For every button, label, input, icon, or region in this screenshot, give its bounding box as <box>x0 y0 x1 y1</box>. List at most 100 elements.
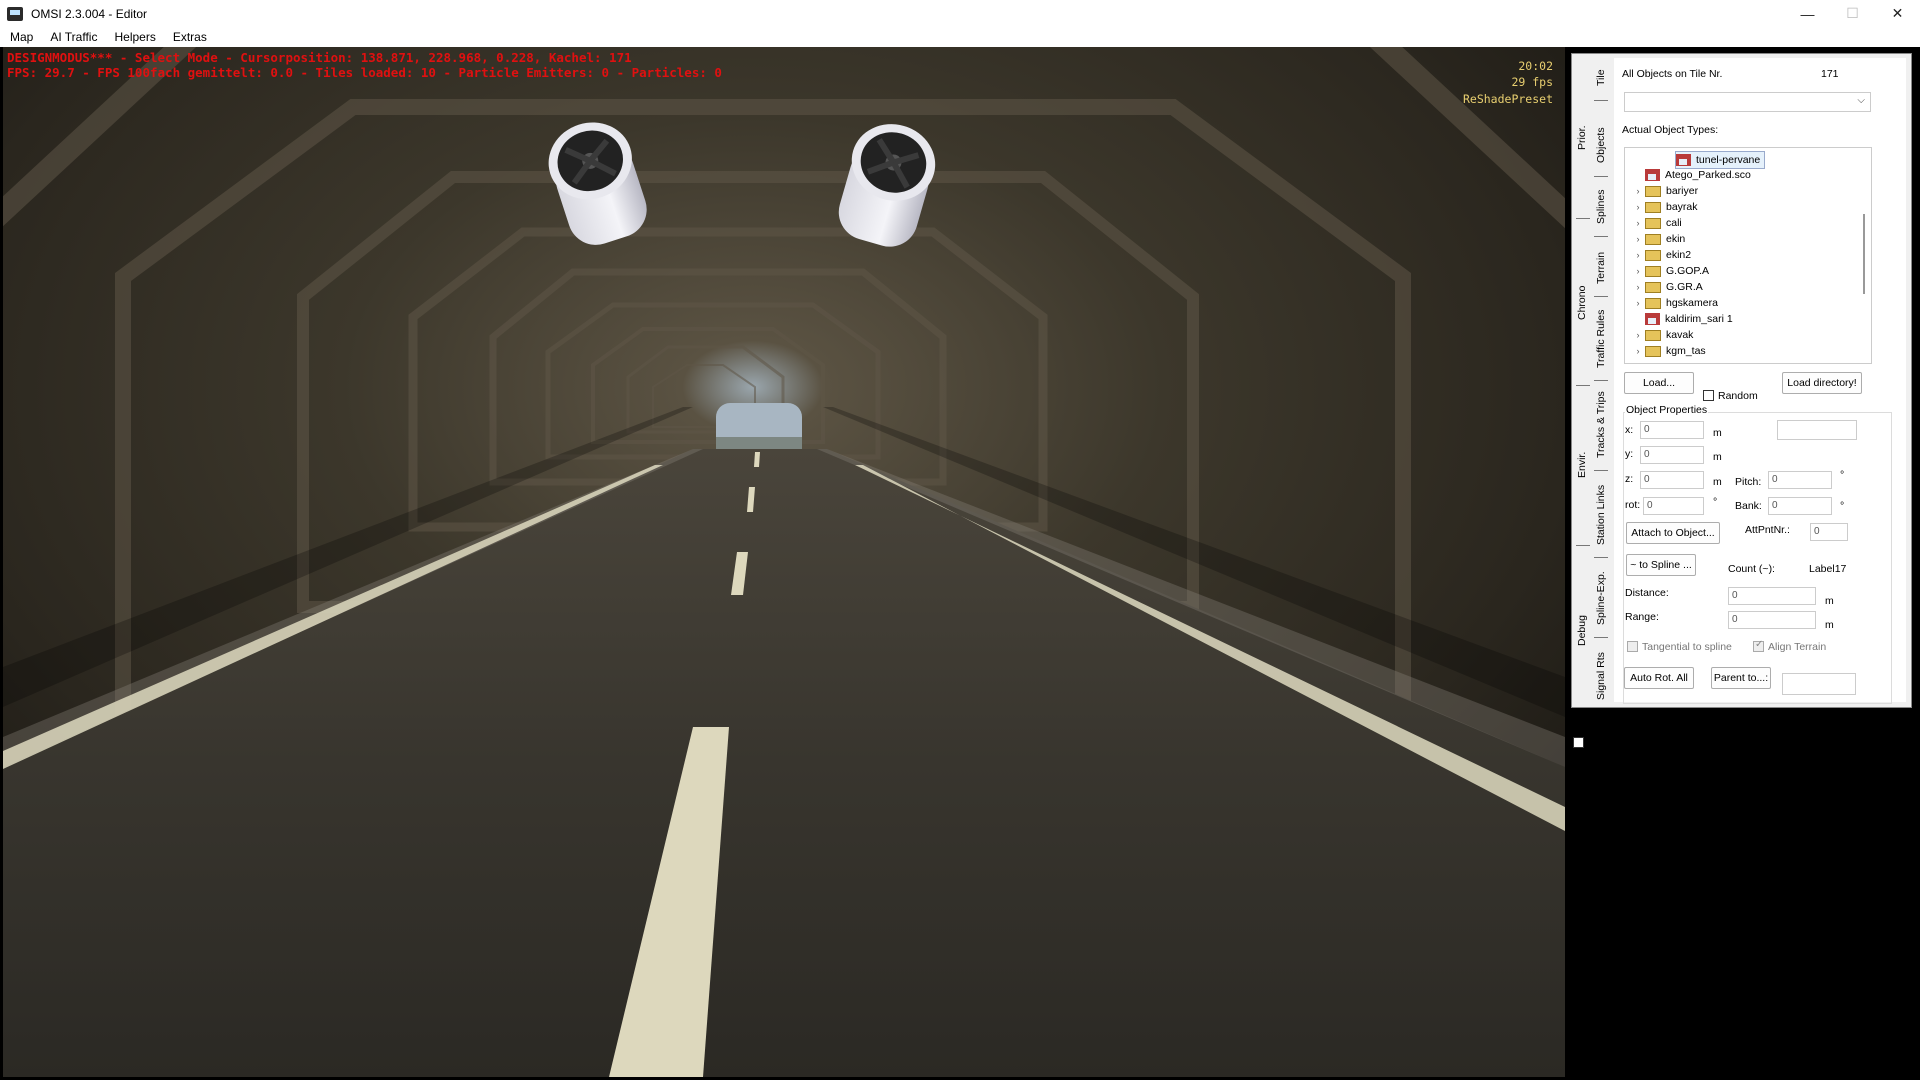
hud-reshade-preset: ReShadePreset <box>1462 92 1553 106</box>
range-label: Range: <box>1625 611 1659 623</box>
tab-chrono[interactable]: Chrono <box>1576 286 1588 320</box>
close-icon[interactable]: ✕ <box>1875 0 1920 27</box>
tab-envir[interactable]: Envir. <box>1576 452 1588 478</box>
tab-prior[interactable]: Prior. <box>1576 125 1588 150</box>
window-controls: — ☐ ✕ <box>1785 0 1920 27</box>
to-spline-button[interactable]: ~ to Spline ... <box>1626 554 1696 576</box>
tab-station-links[interactable]: Station Links <box>1595 485 1607 545</box>
tab-signal-rts[interactable]: Signal Rts <box>1595 652 1607 700</box>
chevron-right-icon[interactable]: › <box>1631 298 1645 308</box>
chevron-right-icon[interactable]: › <box>1631 330 1645 340</box>
folder-icon <box>1645 249 1661 261</box>
object-name-field[interactable] <box>1777 420 1857 440</box>
title-bar: OMSI 2.3.004 - Editor — ☐ ✕ <box>0 0 1920 27</box>
rot-field[interactable]: 0 <box>1643 497 1704 515</box>
hud-fps-line: FPS: 29.7 - FPS 100fach gemittelt: 0.0 -… <box>7 65 722 80</box>
x-unit: m <box>1713 427 1722 439</box>
load-button[interactable]: Load... <box>1624 372 1694 394</box>
tab-tracks-trips[interactable]: Tracks & Trips <box>1595 391 1607 458</box>
bank-field[interactable]: 0 <box>1768 497 1832 515</box>
chevron-right-icon[interactable]: › <box>1631 250 1645 260</box>
tab-objects[interactable]: Objects <box>1595 127 1607 163</box>
tab-splines[interactable]: Splines <box>1595 190 1607 224</box>
range-unit: m <box>1825 619 1834 631</box>
house-icon <box>1676 154 1691 166</box>
auto-rot-all-button[interactable]: Auto Rot. All <box>1624 667 1694 689</box>
chevron-right-icon[interactable]: › <box>1631 218 1645 228</box>
menu-ai-traffic[interactable]: AI Traffic <box>40 30 104 44</box>
maximize-icon[interactable]: ☐ <box>1830 0 1875 27</box>
chevron-right-icon[interactable]: › <box>1631 346 1645 356</box>
random-checkbox[interactable] <box>1703 390 1714 401</box>
tab-terrain[interactable]: Terrain <box>1595 252 1607 284</box>
object-tree[interactable]: tunel-pervane Atego_Parked.sco › bariyer … <box>1624 147 1872 364</box>
tree-item[interactable]: › cali <box>1631 215 1682 231</box>
tree-item[interactable]: › bariyer <box>1631 183 1699 199</box>
y-unit: m <box>1713 451 1722 463</box>
pitch-field[interactable]: 0 <box>1768 471 1832 489</box>
tree-item[interactable]: › G.GR.A <box>1631 279 1703 295</box>
tab-debug[interactable]: Debug <box>1576 615 1588 646</box>
tangential-label: Tangential to spline <box>1642 641 1732 653</box>
align-terrain-checkbox[interactable] <box>1753 639 1764 652</box>
minimize-icon[interactable]: — <box>1785 0 1830 27</box>
folder-icon <box>1645 217 1661 229</box>
menu-extras[interactable]: Extras <box>163 30 214 44</box>
align-terrain-label: Align Terrain <box>1768 641 1827 653</box>
distance-field[interactable]: 0 <box>1728 587 1816 605</box>
x-field[interactable]: 0 <box>1640 421 1704 439</box>
random-label: Random <box>1718 390 1758 402</box>
tab-spline-exp[interactable]: Spline-Exp. <box>1595 571 1607 625</box>
tangential-checkbox[interactable] <box>1627 641 1638 652</box>
menu-helpers[interactable]: Helpers <box>104 30 162 44</box>
chevron-right-icon[interactable]: › <box>1631 202 1645 212</box>
load-directory-button[interactable]: Load directory! <box>1782 372 1862 394</box>
bank-label: Bank: <box>1735 500 1762 512</box>
menu-map[interactable]: Map <box>0 30 40 44</box>
parent-to-button[interactable]: Parent to...: <box>1711 667 1771 689</box>
bank-unit: ° <box>1840 500 1845 512</box>
hud-time: 20:02 <box>1518 59 1553 73</box>
3d-viewport[interactable]: DESIGNMODUS*** - Select Mode - Cursorpos… <box>3 47 1565 1077</box>
attpnt-field[interactable]: 0 <box>1810 523 1848 541</box>
folder-icon <box>1645 265 1661 277</box>
tree-item[interactable]: kaldirim_sari 1 <box>1631 311 1733 327</box>
tab-tile[interactable]: Tile <box>1595 69 1607 86</box>
tile-number: 171 <box>1821 68 1839 80</box>
chevron-right-icon[interactable]: › <box>1631 234 1645 244</box>
parent-field[interactable] <box>1782 673 1856 695</box>
pitch-label: Pitch: <box>1735 476 1762 488</box>
tunnel-scene <box>3 47 1565 1077</box>
object-types-label: Actual Object Types: <box>1622 124 1719 136</box>
omsi-app-icon <box>7 6 23 21</box>
tree-item[interactable]: › kavak <box>1631 327 1694 343</box>
tree-item[interactable]: Atego_Parked.sco <box>1631 167 1751 183</box>
tab-traffic-rules[interactable]: Traffic Rules <box>1595 310 1607 368</box>
house-icon <box>1645 313 1660 325</box>
menu-bar: Map AI Traffic Helpers Extras <box>0 27 1920 47</box>
hud-fps: 29 fps <box>1511 75 1553 89</box>
tree-item[interactable]: › bayrak <box>1631 199 1698 215</box>
tree-item[interactable]: › ekin2 <box>1631 247 1692 263</box>
tree-item[interactable]: › kgm_tas <box>1631 343 1706 359</box>
object-combo[interactable]: ⌵ <box>1624 92 1871 112</box>
folder-icon <box>1645 345 1661 357</box>
tree-item[interactable]: › ekin <box>1631 231 1686 247</box>
z-field[interactable]: 0 <box>1640 471 1704 489</box>
attach-to-object-button[interactable]: Attach to Object... <box>1626 522 1720 544</box>
object-properties-title: Object Properties <box>1625 404 1709 416</box>
folder-icon <box>1645 281 1661 293</box>
tree-item[interactable]: › hgskamera <box>1631 295 1718 311</box>
y-field[interactable]: 0 <box>1640 446 1704 464</box>
panel-toggle-checkbox[interactable] <box>1573 737 1584 748</box>
window-title: OMSI 2.3.004 - Editor <box>31 6 148 21</box>
chevron-right-icon[interactable]: › <box>1631 266 1645 276</box>
rot-label: rot: <box>1625 499 1641 511</box>
tree-item[interactable]: › G.GOP.A <box>1631 263 1710 279</box>
range-field[interactable]: 0 <box>1728 611 1816 629</box>
chevron-right-icon[interactable]: › <box>1631 282 1645 292</box>
hud-status-line: DESIGNMODUS*** - Select Mode - Cursorpos… <box>7 50 632 65</box>
tree-scrollbar[interactable] <box>1863 214 1865 294</box>
folder-icon <box>1645 233 1661 245</box>
chevron-right-icon[interactable]: › <box>1631 186 1645 196</box>
